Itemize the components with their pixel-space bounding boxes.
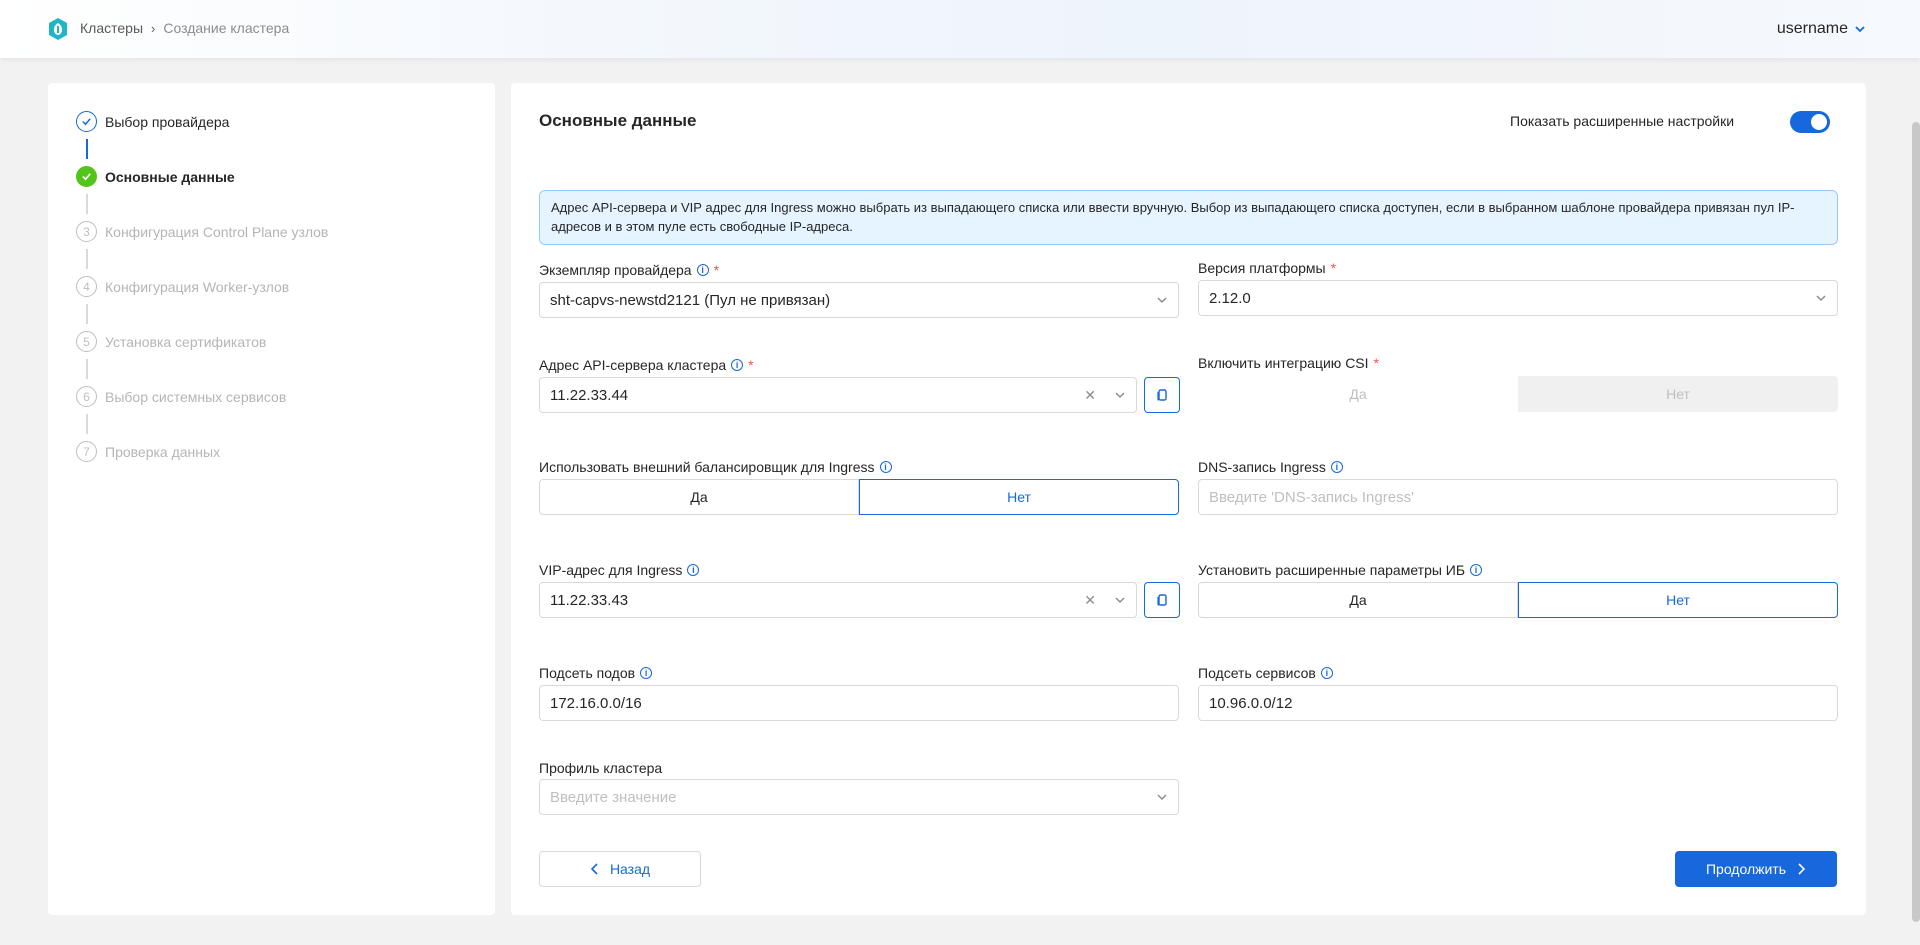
vip-ingress-label: VIP-адрес для Ingress i <box>539 562 700 578</box>
chevron-down-icon <box>1115 392 1125 399</box>
csi-label: Включить интеграцию CSI * <box>1198 355 1379 371</box>
info-alert: Адрес API-сервера и VIP адрес для Ingres… <box>539 190 1838 245</box>
step-connector <box>86 139 88 159</box>
cluster-profile-select[interactable]: Введите значение <box>539 779 1179 815</box>
step-number: 7 <box>76 441 97 462</box>
breadcrumb-current: Создание кластера <box>163 20 290 36</box>
step-number: 3 <box>76 221 97 242</box>
csi-segmented: Да Нет <box>1198 376 1838 412</box>
step-connector <box>86 304 88 324</box>
csi-yes: Да <box>1198 376 1518 412</box>
page-title: Основные данные <box>539 111 697 130</box>
step-connector <box>86 194 88 214</box>
chevron-left-icon <box>590 863 598 875</box>
security-params-segmented: Да Нет <box>1198 582 1838 618</box>
breadcrumb-separator-icon: › <box>151 20 156 36</box>
page-scrollbar[interactable] <box>1912 122 1920 922</box>
copy-icon <box>1157 594 1167 606</box>
info-icon[interactable]: i <box>696 264 709 276</box>
pod-subnet-label: Подсеть подов i <box>539 665 653 681</box>
chevron-down-icon <box>1855 26 1865 33</box>
continue-button[interactable]: Продолжить <box>1675 851 1837 887</box>
top-bar: Кластеры › Создание кластера username <box>0 0 1920 58</box>
step-number: 5 <box>76 331 97 352</box>
username: username <box>1776 20 1848 37</box>
step-connector <box>86 359 88 379</box>
step-number: 4 <box>76 276 97 297</box>
step-label: Установка сертификатов <box>105 333 267 350</box>
advanced-settings-label: Показать расширенные настройки <box>1510 113 1735 129</box>
step-label: Выбор провайдера <box>105 113 230 130</box>
advanced-settings-toggle[interactable] <box>1790 111 1830 133</box>
step-number: 6 <box>76 386 97 407</box>
chevron-down-icon <box>1816 295 1826 302</box>
info-icon[interactable]: i <box>1330 461 1343 473</box>
pod-subnet-input[interactable]: 172.16.0.0/16 <box>539 685 1179 721</box>
csi-no: Нет <box>1518 376 1838 412</box>
security-params-yes[interactable]: Да <box>1198 582 1518 618</box>
platform-version-select[interactable]: 2.12.0 <box>1198 280 1838 316</box>
platform-version-label: Версия платформы * <box>1198 260 1337 276</box>
ext-balancer-yes[interactable]: Да <box>539 479 859 515</box>
copy-api-server-button[interactable] <box>1144 377 1180 413</box>
step-label: Проверка данных <box>105 443 221 460</box>
step-label: Основные данные <box>105 168 235 185</box>
ext-balancer-label: Использовать внешний балансировщик для I… <box>539 459 892 475</box>
step-connector <box>86 414 88 434</box>
security-params-label: Установить расширенные параметры ИБ i <box>1198 562 1483 578</box>
step-worker: 4 Конфигурация Worker-узлов <box>76 276 289 297</box>
info-icon[interactable]: i <box>731 359 744 371</box>
step-label: Конфигурация Worker-узлов <box>105 278 290 295</box>
provider-instance-select[interactable]: sht-capvs-newstd2121 (Пул не привязан) <box>539 282 1179 318</box>
cluster-profile-label: Профиль кластера <box>539 760 663 776</box>
api-server-select[interactable]: 11.22.33.44 ✕ <box>539 377 1137 413</box>
step-label: Конфигурация Control Plane узлов <box>105 223 329 240</box>
breadcrumb: Кластеры › Создание кластера <box>80 20 289 36</box>
security-params-no[interactable]: Нет <box>1518 582 1838 618</box>
step-provider[interactable]: Выбор провайдера <box>76 111 229 132</box>
clear-icon[interactable]: ✕ <box>1084 387 1096 404</box>
dns-ingress-input[interactable]: Введите 'DNS-запись Ingress' <box>1198 479 1838 515</box>
app-logo-icon[interactable] <box>46 17 70 41</box>
check-icon <box>76 166 97 187</box>
back-button[interactable]: Назад <box>539 851 701 887</box>
step-certificates: 5 Установка сертификатов <box>76 331 266 352</box>
provider-instance-label: Экземпляр провайдера i * <box>539 262 720 278</box>
info-icon[interactable]: i <box>1470 564 1483 576</box>
chevron-right-icon <box>1798 863 1806 875</box>
info-icon[interactable]: i <box>640 667 653 679</box>
service-subnet-label: Подсеть сервисов i <box>1198 665 1333 681</box>
dns-ingress-label: DNS-запись Ingress i <box>1198 459 1343 475</box>
info-icon[interactable]: i <box>687 564 700 576</box>
service-subnet-input[interactable]: 10.96.0.0/12 <box>1198 685 1838 721</box>
chevron-down-icon <box>1157 794 1167 801</box>
breadcrumb-clusters[interactable]: Кластеры <box>80 20 143 36</box>
step-review: 7 Проверка данных <box>76 441 220 462</box>
step-system-services: 6 Выбор системных сервисов <box>76 386 286 407</box>
step-connector <box>86 249 88 269</box>
step-basic-data[interactable]: Основные данные <box>76 166 235 187</box>
chevron-down-icon <box>1157 297 1167 304</box>
ext-balancer-no[interactable]: Нет <box>859 479 1179 515</box>
info-icon[interactable]: i <box>1320 667 1333 679</box>
check-icon <box>76 111 97 132</box>
step-control-plane: 3 Конфигурация Control Plane узлов <box>76 221 328 242</box>
chevron-down-icon <box>1115 597 1125 604</box>
ext-balancer-segmented: Да Нет <box>539 479 1179 515</box>
main-form-card: Основные данные Показать расширенные нас… <box>511 83 1866 915</box>
copy-icon <box>1157 389 1167 401</box>
info-icon[interactable]: i <box>879 461 892 473</box>
clear-icon[interactable]: ✕ <box>1084 592 1096 609</box>
api-server-label: Адрес API-сервера кластера i * <box>539 357 754 373</box>
vip-ingress-select[interactable]: 11.22.33.43 ✕ <box>539 582 1137 618</box>
user-menu[interactable]: username <box>1777 20 1866 38</box>
wizard-steps: Выбор провайдера Основные данные 3 Конфи… <box>48 83 495 915</box>
copy-vip-button[interactable] <box>1144 582 1180 618</box>
step-label: Выбор системных сервисов <box>105 388 287 405</box>
